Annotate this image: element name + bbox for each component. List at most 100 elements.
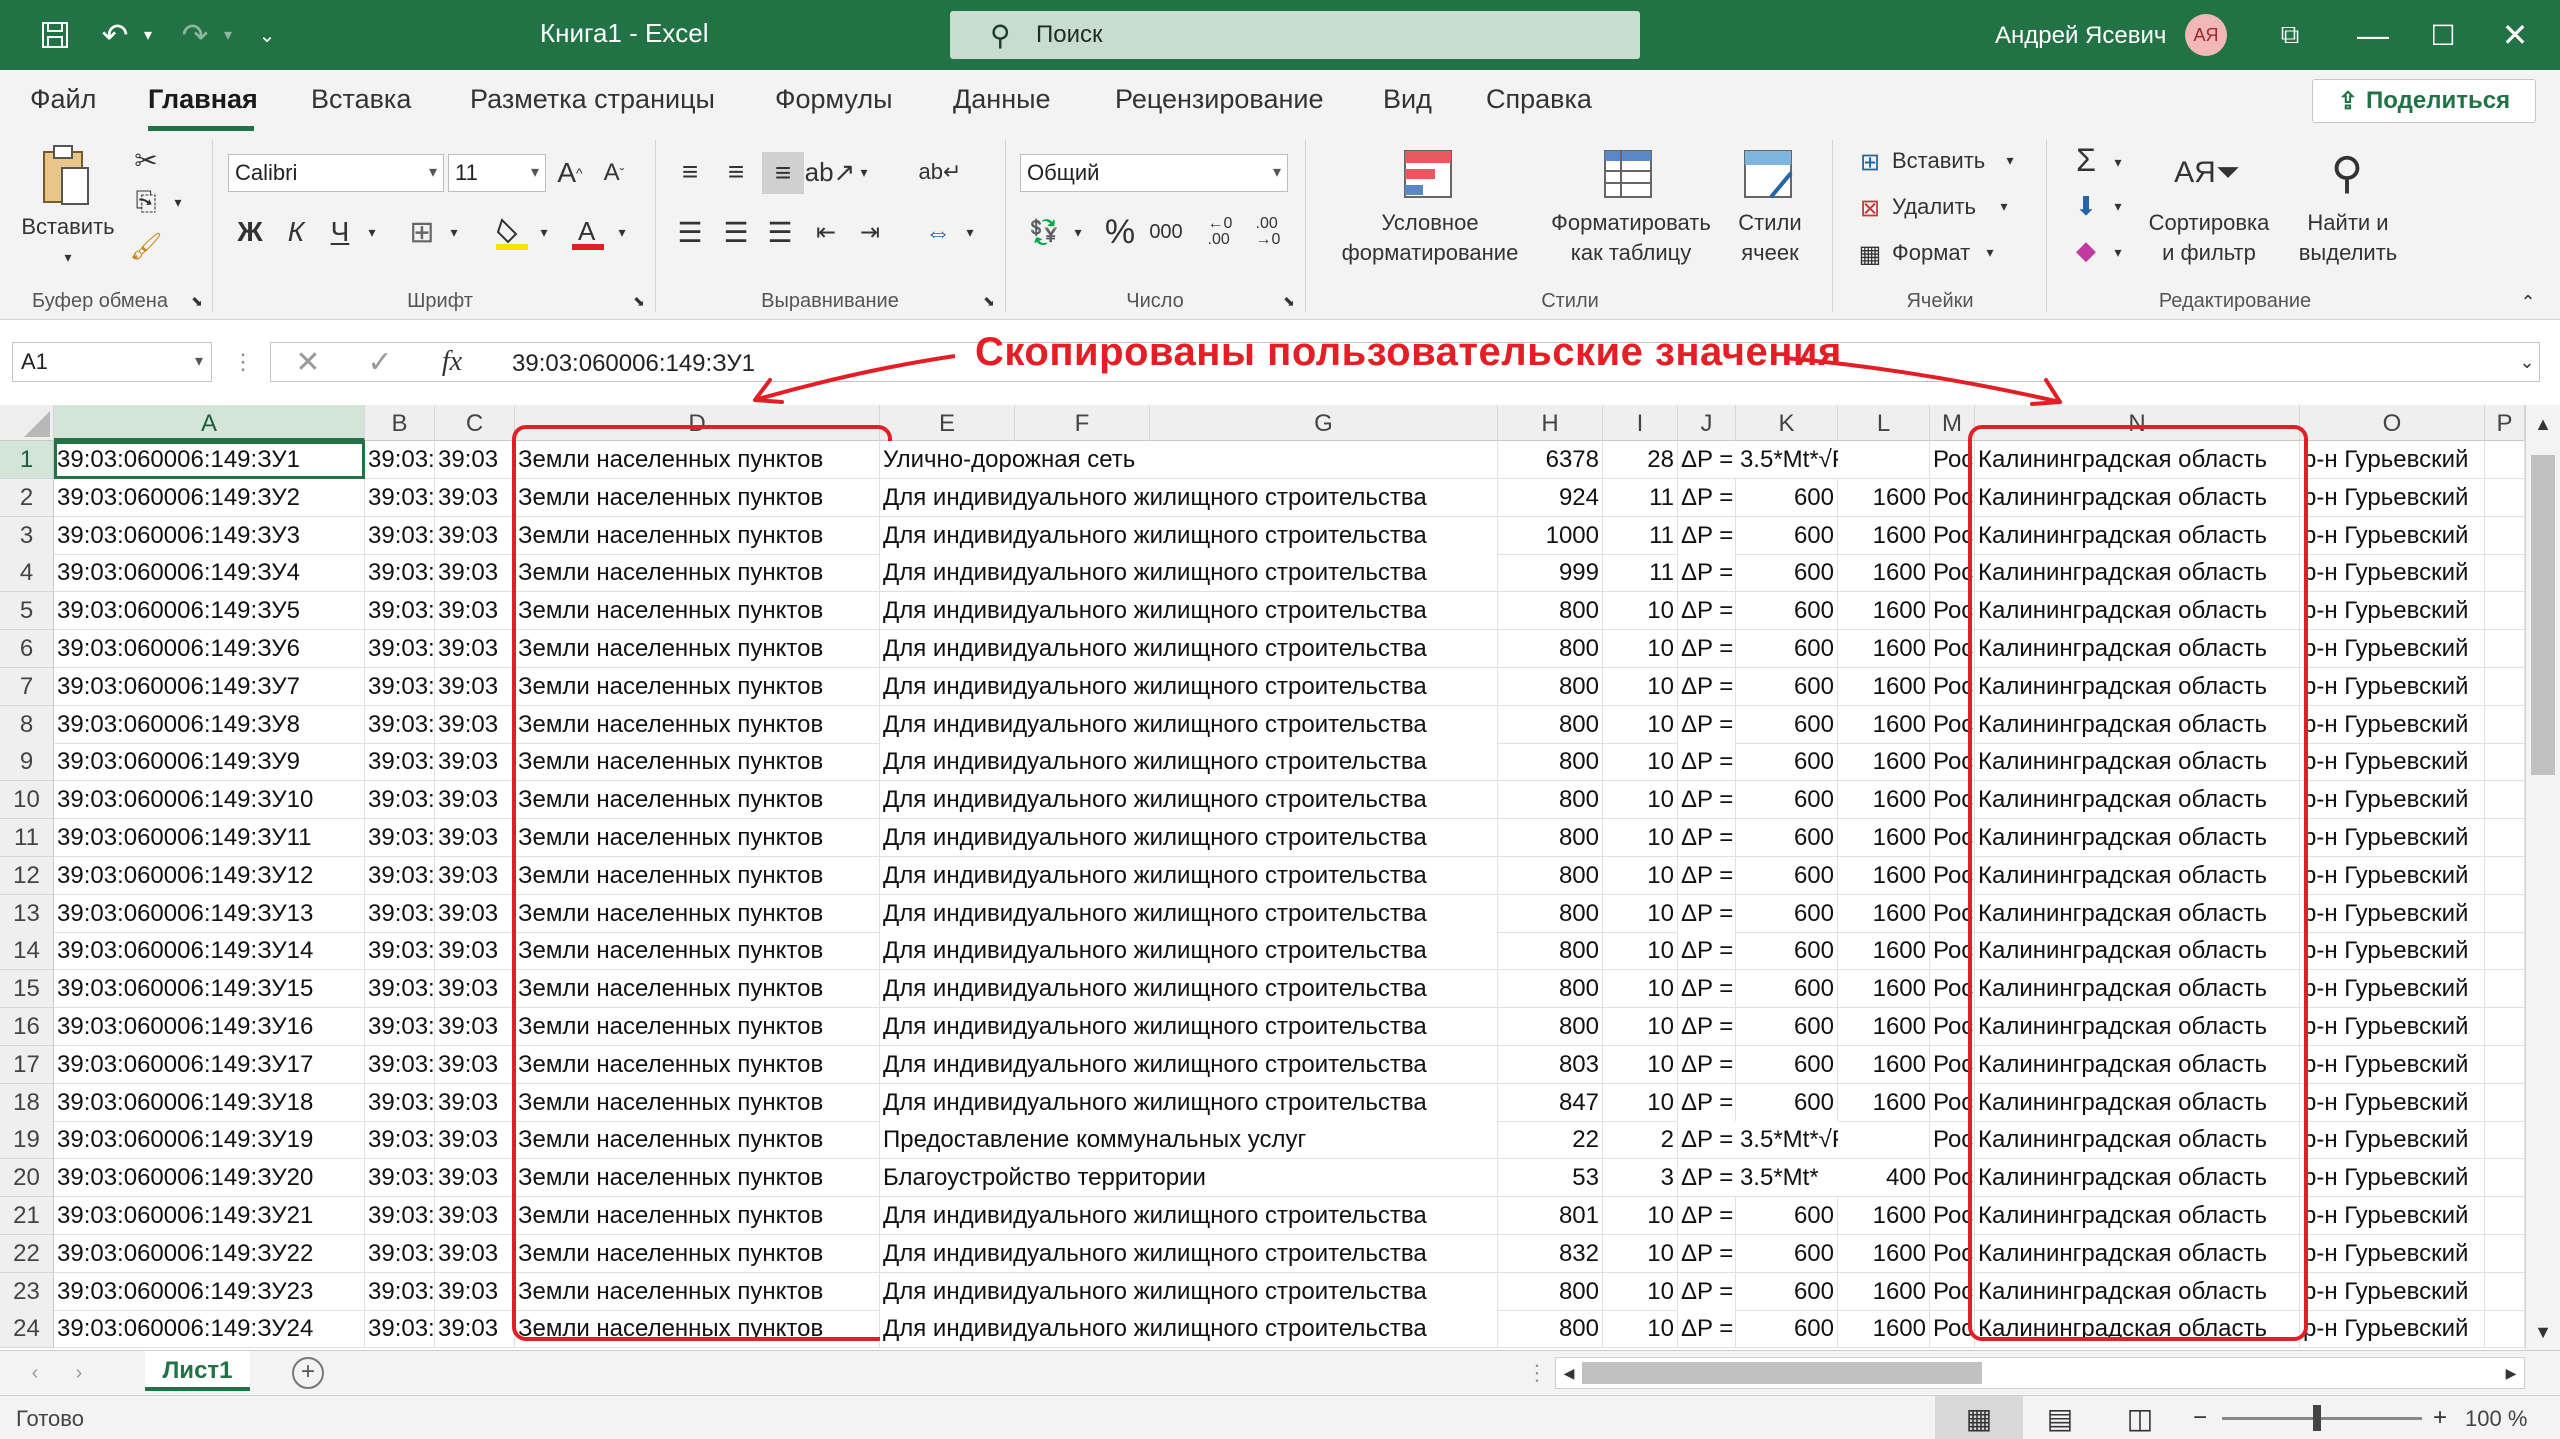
cell-p[interactable] <box>2485 592 2525 631</box>
zoom-slider[interactable] <box>2222 1417 2422 1420</box>
tab-formulas[interactable]: Формулы <box>775 84 893 115</box>
cell-b[interactable]: 39:03: <box>365 1310 435 1349</box>
row-header[interactable]: 18 <box>0 1083 54 1122</box>
cell-k[interactable]: 600 <box>1736 1234 1838 1273</box>
cell-c[interactable]: 39:03 <box>435 441 515 479</box>
cell-o[interactable]: р-н Гурьевский <box>2300 667 2485 706</box>
cell-k[interactable]: 600 <box>1736 781 1838 820</box>
cell-e[interactable]: Для индивидуального жилищного строительс… <box>880 667 1498 706</box>
cell-a[interactable]: 39:03:060006:149:ЗУ12 <box>54 856 365 895</box>
cell-d[interactable]: Земли населенных пунктов <box>515 554 880 593</box>
cell-n[interactable]: Калининградская область <box>1975 516 2300 555</box>
cut-icon[interactable]: ✂ <box>128 142 164 178</box>
scroll-down-icon[interactable]: ▼ <box>2531 1317 2555 1347</box>
cell-n[interactable]: Калининградская область <box>1975 894 2300 933</box>
cell-j[interactable]: ΔP = <box>1678 970 1736 1009</box>
insert-function-button[interactable]: fx <box>432 344 472 380</box>
cell-j[interactable]: ΔP = <box>1678 705 1736 744</box>
cell-m[interactable]: Рос <box>1930 1045 1975 1084</box>
cell-h[interactable]: 832 <box>1498 1234 1603 1273</box>
cell-o[interactable]: р-н Гурьевский <box>2300 970 2485 1009</box>
cell-m[interactable]: Рос <box>1930 1197 1975 1235</box>
cell-p[interactable] <box>2485 667 2525 706</box>
thousands-separator-button[interactable]: 000 <box>1144 214 1188 250</box>
cell-e[interactable]: Для индивидуального жилищного строительс… <box>880 894 1498 933</box>
cell-p[interactable] <box>2485 1159 2525 1198</box>
cell-c[interactable]: 39:03 <box>435 894 515 933</box>
cell-i[interactable]: 10 <box>1603 1272 1678 1311</box>
tab-help[interactable]: Справка <box>1486 84 1592 115</box>
cell-m[interactable]: Рос <box>1930 1121 1975 1160</box>
name-box[interactable]: A1 ▾ <box>12 342 212 382</box>
undo-dropdown-icon[interactable]: ▾ <box>138 0 158 70</box>
cell-d[interactable]: Земли населенных пунктов <box>515 667 880 706</box>
increase-font-icon[interactable]: A ^ <box>552 154 588 192</box>
vertical-scrollbar[interactable]: ▲ ▼ <box>2525 405 2560 1350</box>
scroll-left-icon[interactable]: ◀ <box>1558 1362 1580 1384</box>
conditional-formatting-icon[interactable] <box>1400 146 1456 202</box>
cell-i[interactable]: 10 <box>1603 1008 1678 1046</box>
cell-i[interactable]: 11 <box>1603 554 1678 593</box>
cell-o[interactable]: р-н Гурьевский <box>2300 705 2485 744</box>
cell-m[interactable]: Рос <box>1930 630 1975 668</box>
cell-e[interactable]: Для индивидуального жилищного строительс… <box>880 1234 1498 1273</box>
tab-page-layout[interactable]: Разметка страницы <box>470 84 715 115</box>
row-header[interactable]: 20 <box>0 1159 54 1198</box>
cell-h[interactable]: 999 <box>1498 554 1603 593</box>
cell-j[interactable]: ΔP = 3.5*Mt*√P <box>1678 441 1838 479</box>
cell-c[interactable]: 39:03 <box>435 970 515 1009</box>
orientation-icon[interactable]: ab↗ <box>805 154 856 190</box>
cell-l[interactable]: 1600 <box>1838 516 1930 555</box>
cell-b[interactable]: 39:03: <box>365 1008 435 1046</box>
cell-m[interactable]: Рос <box>1930 1008 1975 1046</box>
find-select-label-2[interactable]: выделить <box>2290 238 2406 268</box>
cell-m[interactable]: Рос <box>1930 1234 1975 1273</box>
copy-dropdown-icon[interactable]: ▾ <box>168 192 188 212</box>
cell-a[interactable]: 39:03:060006:149:ЗУ16 <box>54 1008 365 1046</box>
decrease-indent-icon[interactable]: ⇤ <box>808 214 844 250</box>
zoom-level[interactable]: 100 % <box>2465 1406 2527 1432</box>
cell-e[interactable]: Для индивидуального жилищного строительс… <box>880 1197 1498 1235</box>
cell-k[interactable]: 600 <box>1736 478 1838 517</box>
row-header[interactable]: 14 <box>0 932 54 971</box>
insert-cells-icon[interactable]: ⊞ <box>1852 146 1888 178</box>
cell-a[interactable]: 39:03:060006:149:ЗУ20 <box>54 1159 365 1198</box>
cell-o[interactable]: р-н Гурьевский <box>2300 441 2485 479</box>
redo-icon[interactable]: ↷ <box>170 0 220 70</box>
cell-i[interactable]: 2 <box>1603 1121 1678 1160</box>
cell-i[interactable]: 10 <box>1603 630 1678 668</box>
format-dropdown-icon[interactable]: ▾ <box>1980 242 2000 262</box>
cell-p[interactable] <box>2485 856 2525 895</box>
align-left-icon[interactable]: ☰ <box>672 214 708 250</box>
cancel-entry-icon[interactable]: ✕ <box>290 344 326 380</box>
cell-n[interactable]: Калининградская область <box>1975 856 2300 895</box>
cell-j[interactable]: ΔP = <box>1678 743 1736 782</box>
cell-o[interactable]: р-н Гурьевский <box>2300 516 2485 555</box>
cell-o[interactable]: р-н Гурьевский <box>2300 1045 2485 1084</box>
cell-e[interactable]: Для индивидуального жилищного строительс… <box>880 819 1498 857</box>
cell-j[interactable]: ΔP = <box>1678 1045 1736 1084</box>
cell-o[interactable]: р-н Гурьевский <box>2300 1008 2485 1046</box>
worksheet-grid[interactable]: A B C D E F G H I J K L M N O P 1 39:03:0… <box>0 405 2560 1350</box>
cell-h[interactable]: 803 <box>1498 1045 1603 1084</box>
cell-j[interactable]: ΔP = <box>1678 592 1736 631</box>
cell-d[interactable]: Земли населенных пунктов <box>515 1234 880 1273</box>
cell-d[interactable]: Земли населенных пунктов <box>515 1121 880 1160</box>
page-layout-view-icon[interactable]: ▤ <box>2035 1396 2085 1439</box>
page-break-view-icon[interactable]: ◫ <box>2115 1396 2165 1439</box>
cell-d[interactable]: Земли населенных пунктов <box>515 1083 880 1122</box>
delete-cells-icon[interactable]: ⊠ <box>1852 192 1888 224</box>
cell-l[interactable]: 1600 <box>1838 554 1930 593</box>
cell-d[interactable]: Земли населенных пунктов <box>515 478 880 517</box>
cell-c[interactable]: 39:03 <box>435 1197 515 1235</box>
align-right-icon[interactable]: ☰ <box>762 214 798 250</box>
avatar[interactable]: АЯ <box>2185 14 2227 56</box>
cell-k[interactable]: 600 <box>1736 667 1838 706</box>
cell-l[interactable]: 400 <box>1838 1159 1930 1198</box>
cell-e[interactable]: Улично-дорожная сеть <box>880 441 1498 479</box>
merge-center-icon[interactable]: ⇔ <box>918 214 958 250</box>
cell-l[interactable]: 1600 <box>1838 1083 1930 1122</box>
cell-b[interactable]: 39:03: <box>365 667 435 706</box>
cell-n[interactable]: Калининградская область <box>1975 970 2300 1009</box>
cell-b[interactable]: 39:03: <box>365 1083 435 1122</box>
